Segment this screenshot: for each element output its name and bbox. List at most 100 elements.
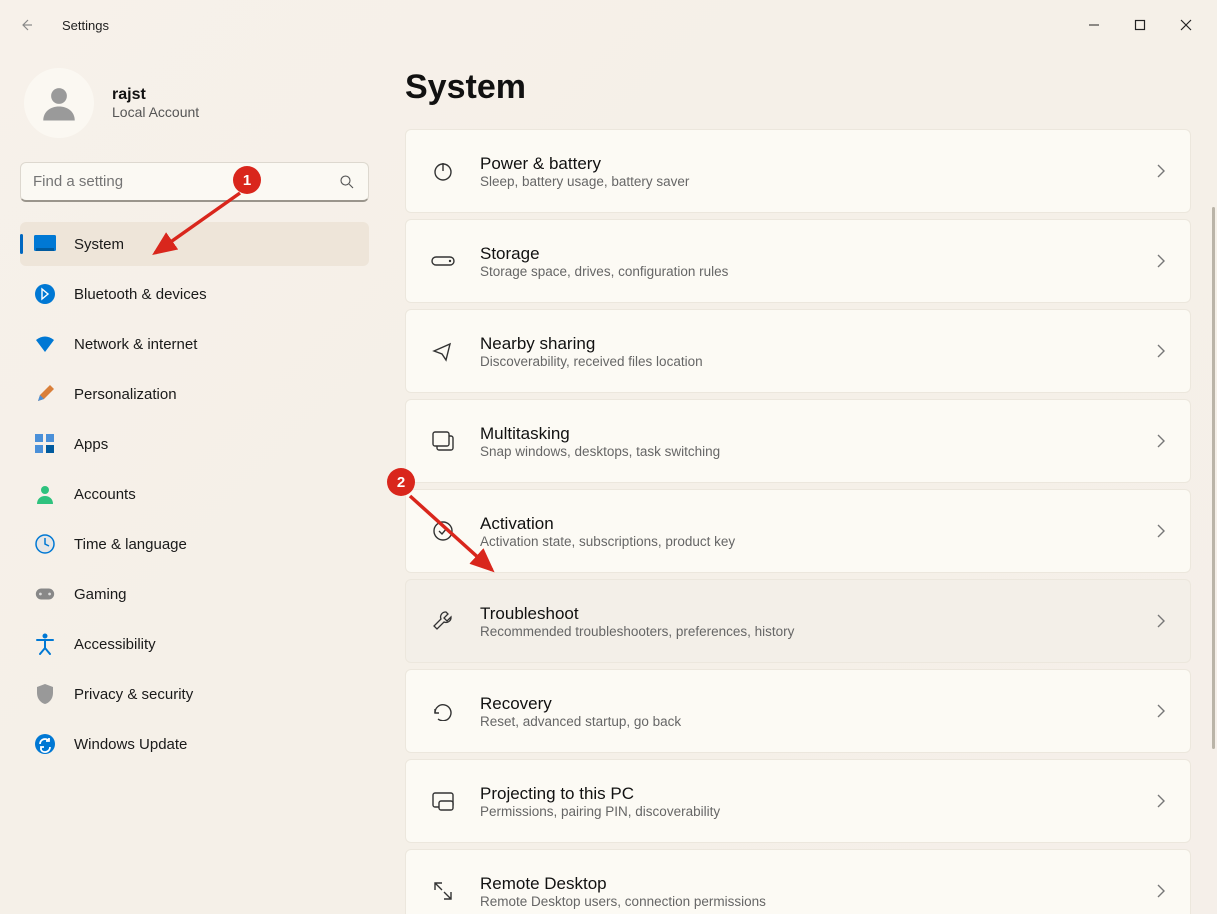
card-title: Storage [480,244,1132,264]
arrow-left-icon [18,17,34,33]
share-icon [430,338,456,364]
display-icon [34,233,56,255]
search-icon [338,173,356,191]
profile-subtitle: Local Account [112,104,199,120]
nav-item-bluetooth[interactable]: Bluetooth & devices [20,272,369,316]
nav-item-time-language[interactable]: Time & language [20,522,369,566]
nav: System Bluetooth & devices Network & int… [20,222,369,766]
settings-list: Power & battery Sleep, battery usage, ba… [405,129,1191,914]
nav-item-windows-update[interactable]: Windows Update [20,722,369,766]
nav-label: Accounts [74,486,136,503]
power-icon [430,158,456,184]
profile-name: rajst [112,86,199,104]
nav-item-network[interactable]: Network & internet [20,322,369,366]
card-troubleshoot[interactable]: Troubleshoot Recommended troubleshooters… [405,579,1191,663]
chevron-right-icon [1156,703,1166,719]
nav-label: Accessibility [74,636,156,653]
paintbrush-icon [34,383,56,405]
card-subtitle: Reset, advanced startup, go back [480,714,1132,729]
card-subtitle: Sleep, battery usage, battery saver [480,174,1132,189]
user-icon [38,82,80,124]
storage-icon [430,248,456,274]
card-nearby-sharing[interactable]: Nearby sharing Discoverability, received… [405,309,1191,393]
nav-label: Personalization [74,386,177,403]
maximize-button[interactable] [1117,9,1163,41]
remote-desktop-icon [430,878,456,904]
card-multitasking[interactable]: Multitasking Snap windows, desktops, tas… [405,399,1191,483]
gamepad-icon [34,583,56,605]
nav-item-gaming[interactable]: Gaming [20,572,369,616]
card-recovery[interactable]: Recovery Reset, advanced startup, go bac… [405,669,1191,753]
card-storage[interactable]: Storage Storage space, drives, configura… [405,219,1191,303]
scrollbar-thumb[interactable] [1212,207,1215,749]
chevron-right-icon [1156,523,1166,539]
card-title: Remote Desktop [480,874,1132,894]
nav-item-accounts[interactable]: Accounts [20,472,369,516]
card-power-battery[interactable]: Power & battery Sleep, battery usage, ba… [405,129,1191,213]
bluetooth-icon [34,283,56,305]
update-icon [34,733,56,755]
accounts-icon [34,483,56,505]
chevron-right-icon [1156,343,1166,359]
card-subtitle: Activation state, subscriptions, product… [480,534,1132,549]
sidebar: rajst Local Account System Bluetooth & d… [0,50,385,914]
chevron-right-icon [1156,253,1166,269]
nav-label: Network & internet [74,336,197,353]
card-subtitle: Remote Desktop users, connection permiss… [480,894,1132,909]
card-title: Activation [480,514,1132,534]
activation-icon [430,518,456,544]
wrench-icon [430,608,456,634]
apps-icon [34,433,56,455]
nav-item-apps[interactable]: Apps [20,422,369,466]
minimize-icon [1088,19,1100,31]
chevron-right-icon [1156,433,1166,449]
card-subtitle: Storage space, drives, configuration rul… [480,264,1132,279]
multitasking-icon [430,428,456,454]
accessibility-icon [34,633,56,655]
nav-label: Time & language [74,536,187,553]
search-input[interactable] [33,173,338,190]
shield-icon [34,683,56,705]
close-icon [1180,19,1192,31]
card-subtitle: Discoverability, received files location [480,354,1132,369]
nav-item-accessibility[interactable]: Accessibility [20,622,369,666]
card-remote-desktop[interactable]: Remote Desktop Remote Desktop users, con… [405,849,1191,914]
card-subtitle: Permissions, pairing PIN, discoverabilit… [480,804,1132,819]
nav-label: Gaming [74,586,127,603]
back-button[interactable] [8,7,44,43]
card-activation[interactable]: Activation Activation state, subscriptio… [405,489,1191,573]
card-title: Projecting to this PC [480,784,1132,804]
avatar [24,68,94,138]
card-title: Power & battery [480,154,1132,174]
projecting-icon [430,788,456,814]
wifi-icon [34,333,56,355]
card-title: Nearby sharing [480,334,1132,354]
nav-label: Apps [74,436,108,453]
profile[interactable]: rajst Local Account [20,68,369,138]
close-button[interactable] [1163,9,1209,41]
page-title: System [405,68,1191,107]
chevron-right-icon [1156,613,1166,629]
app-title: Settings [62,18,109,33]
recovery-icon [430,698,456,724]
card-subtitle: Snap windows, desktops, task switching [480,444,1132,459]
nav-label: Windows Update [74,736,187,753]
card-title: Multitasking [480,424,1132,444]
nav-label: System [74,236,124,253]
card-projecting[interactable]: Projecting to this PC Permissions, pairi… [405,759,1191,843]
card-title: Troubleshoot [480,604,1132,624]
window-controls [1071,9,1209,41]
nav-item-personalization[interactable]: Personalization [20,372,369,416]
nav-label: Privacy & security [74,686,193,703]
chevron-right-icon [1156,883,1166,899]
nav-item-system[interactable]: System [20,222,369,266]
maximize-icon [1134,19,1146,31]
nav-item-privacy[interactable]: Privacy & security [20,672,369,716]
minimize-button[interactable] [1071,9,1117,41]
clock-globe-icon [34,533,56,555]
search-box[interactable] [20,162,369,202]
titlebar: Settings [0,0,1217,50]
card-subtitle: Recommended troubleshooters, preferences… [480,624,1132,639]
scrollbar[interactable] [1211,52,1215,912]
chevron-right-icon [1156,793,1166,809]
